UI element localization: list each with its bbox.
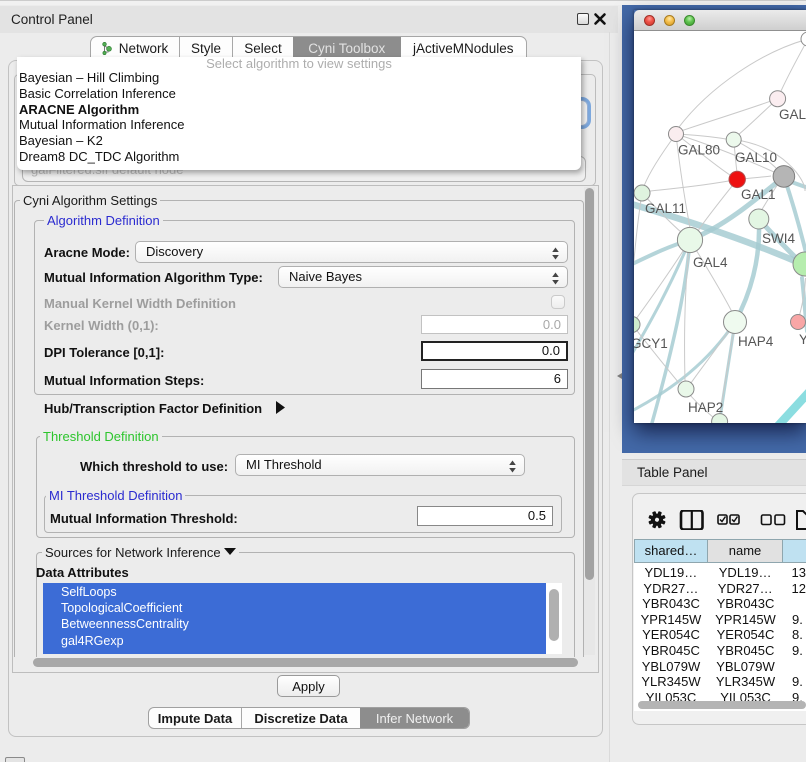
svg-text:GAL80: GAL80 xyxy=(678,143,720,158)
svg-text:Y: Y xyxy=(799,332,806,347)
svg-text:GAL10: GAL10 xyxy=(735,150,777,165)
svg-text:HAP4: HAP4 xyxy=(738,334,774,349)
svg-text:SWI4: SWI4 xyxy=(762,231,795,246)
svg-text:GCY1: GCY1 xyxy=(634,336,668,351)
svg-text:GAL7: GAL7 xyxy=(779,107,806,122)
svg-text:HAP2: HAP2 xyxy=(688,400,723,415)
svg-text:GAL1: GAL1 xyxy=(741,187,776,202)
svg-text:GAL4: GAL4 xyxy=(693,255,728,270)
svg-text:GAL11: GAL11 xyxy=(645,201,686,216)
